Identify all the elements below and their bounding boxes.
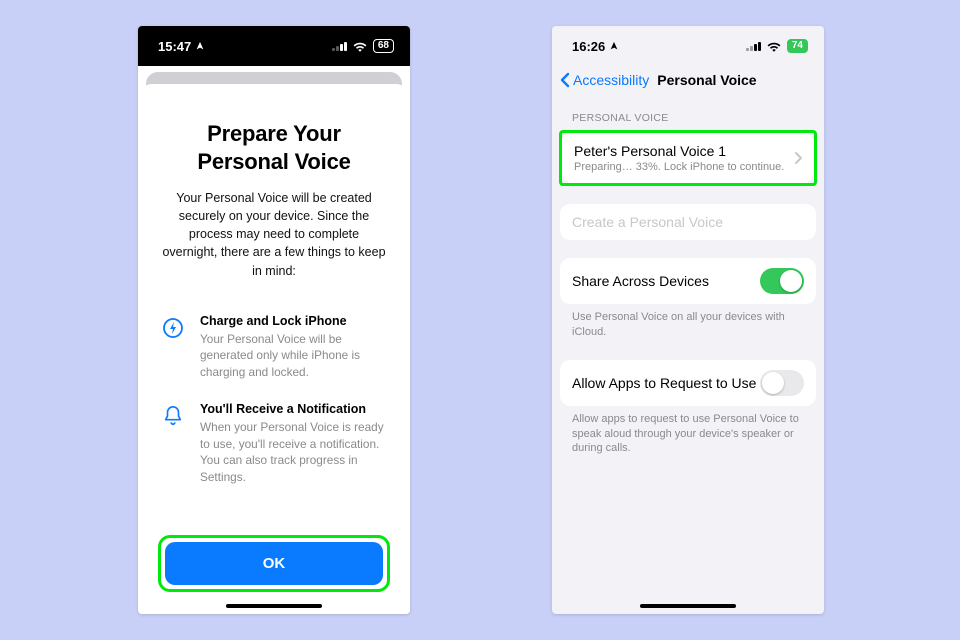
info-row-charge: Charge and Lock iPhone Your Personal Voi…	[156, 314, 392, 381]
share-label: Share Across Devices	[572, 273, 760, 289]
nav-title: Personal Voice	[657, 72, 756, 88]
chevron-right-icon	[794, 152, 802, 164]
create-voice-label: Create a Personal Voice	[572, 214, 804, 230]
info-desc: Your Personal Voice will be generated on…	[200, 331, 388, 381]
nav-back-button[interactable]: Accessibility	[560, 72, 649, 88]
home-indicator[interactable]	[640, 604, 736, 608]
wifi-icon	[353, 41, 367, 52]
info-heading: You'll Receive a Notification	[200, 402, 388, 416]
wifi-icon	[767, 41, 781, 52]
home-indicator[interactable]	[226, 604, 322, 608]
voice-row-subtitle: Preparing… 33%. Lock iPhone to continue.	[574, 161, 794, 173]
location-icon	[609, 41, 619, 51]
share-toggle[interactable]	[760, 268, 804, 294]
section-header-personal-voice: PERSONAL VOICE	[560, 98, 816, 130]
battery-indicator: 74	[787, 39, 808, 53]
chevron-left-icon	[560, 72, 570, 88]
prepare-voice-modal: Prepare Your Personal Voice Your Persona…	[138, 84, 410, 614]
create-personal-voice-row: Create a Personal Voice	[560, 204, 816, 240]
ok-highlight-frame: OK	[158, 535, 390, 592]
battery-indicator: 68	[373, 39, 394, 53]
phone-prepare-voice: 15:47 68 Prepare Your Personal Voice You…	[138, 26, 410, 614]
info-desc: When your Personal Voice is ready to use…	[200, 419, 388, 485]
allow-label: Allow Apps to Request to Use	[572, 375, 760, 391]
allow-footer: Allow apps to request to use Personal Vo…	[560, 406, 816, 459]
location-icon	[195, 41, 205, 51]
status-bar: 15:47 68	[138, 26, 410, 66]
voice-row-highlight-frame: Peter's Personal Voice 1 Preparing… 33%.…	[559, 130, 817, 186]
bell-icon	[160, 402, 186, 485]
share-across-devices-row[interactable]: Share Across Devices	[560, 258, 816, 304]
modal-body-text: Your Personal Voice will be created secu…	[156, 189, 392, 280]
phone-settings-personal-voice: 16:26 74 Accessibility Personal Voic	[552, 26, 824, 614]
signal-icon	[332, 41, 347, 51]
info-heading: Charge and Lock iPhone	[200, 314, 388, 328]
signal-icon	[746, 41, 761, 51]
ok-button[interactable]: OK	[165, 542, 383, 585]
nav-back-label: Accessibility	[573, 72, 649, 88]
nav-bar: Accessibility Personal Voice	[552, 66, 824, 98]
status-bar: 16:26 74	[552, 26, 824, 66]
info-row-notification: You'll Receive a Notification When your …	[156, 402, 392, 485]
bolt-circle-icon	[160, 314, 186, 381]
share-footer: Use Personal Voice on all your devices w…	[560, 304, 816, 342]
voice-row[interactable]: Peter's Personal Voice 1 Preparing… 33%.…	[562, 133, 814, 183]
voice-row-title: Peter's Personal Voice 1	[574, 143, 794, 159]
allow-toggle[interactable]	[760, 370, 804, 396]
status-time: 15:47	[158, 39, 191, 54]
allow-apps-row[interactable]: Allow Apps to Request to Use	[560, 360, 816, 406]
modal-title: Prepare Your Personal Voice	[162, 120, 386, 175]
status-time: 16:26	[572, 39, 605, 54]
